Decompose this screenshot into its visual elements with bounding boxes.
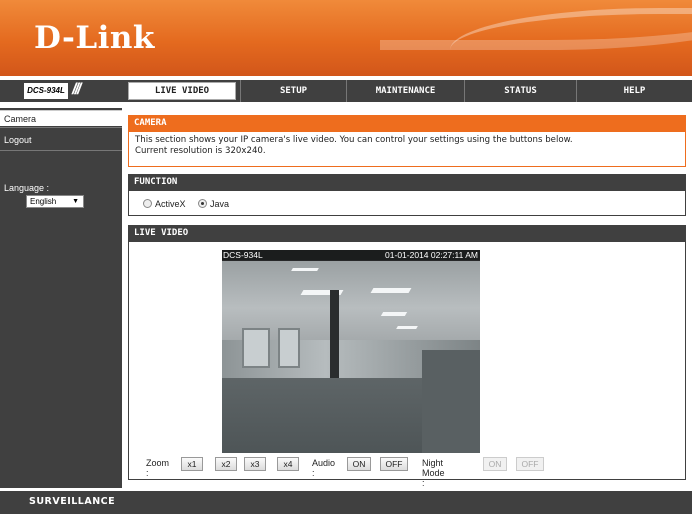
camera-section-body: This section shows your IP camera's live… xyxy=(128,132,686,167)
sidebar-item-logout[interactable]: Logout xyxy=(0,132,122,148)
camera-resolution-text: Current resolution is 320x240. xyxy=(135,146,266,156)
tab-help[interactable]: HELP xyxy=(576,80,692,102)
function-section-title: FUNCTION xyxy=(128,174,686,191)
top-nav: DCS-934L /// LIVE VIDEO SETUP MAINTENANC… xyxy=(0,80,692,102)
video-window xyxy=(242,328,270,368)
audio-on-button[interactable]: ON xyxy=(347,457,371,471)
sidebar: Camera Logout Language : English ▼ xyxy=(0,108,122,488)
video-osd-bar: DCS-934L 01-01-2014 02:27:11 AM xyxy=(222,250,480,261)
video-osd-timestamp: 01-01-2014 02:27:11 AM xyxy=(385,250,478,260)
tab-setup[interactable]: SETUP xyxy=(240,80,346,102)
chevron-down-icon: ▼ xyxy=(72,198,79,205)
model-badge: DCS-934L xyxy=(24,83,68,99)
model-slashes: /// xyxy=(72,81,81,98)
footer: SURVEILLANCE xyxy=(0,491,692,514)
dlink-logo: D-Link xyxy=(34,20,155,56)
zoom-label: Zoom : xyxy=(146,458,170,478)
header-banner: D-Link xyxy=(0,0,692,76)
audio-off-button[interactable]: OFF xyxy=(380,457,408,471)
video-window xyxy=(278,328,300,368)
function-radio-group: ActiveX Java xyxy=(143,199,239,209)
camera-description-line1: This section shows your IP camera's live… xyxy=(135,135,573,145)
zoom-x1-button[interactable]: x1 xyxy=(181,457,203,471)
night-mode-off-button[interactable]: OFF xyxy=(516,457,544,471)
java-radio[interactable] xyxy=(198,199,208,208)
video-partition xyxy=(422,350,480,453)
night-mode-on-button[interactable]: ON xyxy=(483,457,507,471)
video-pillar xyxy=(330,290,339,382)
tab-status[interactable]: STATUS xyxy=(464,80,576,102)
zoom-x2-button[interactable]: x2 xyxy=(215,457,237,471)
function-section-body: ActiveX Java xyxy=(128,191,686,216)
tab-maintenance[interactable]: MAINTENANCE xyxy=(346,80,464,102)
language-select-value: English xyxy=(30,197,57,206)
language-select[interactable]: English ▼ xyxy=(26,195,84,208)
sidebar-item-camera[interactable]: Camera xyxy=(0,110,122,126)
camera-section-title: CAMERA xyxy=(128,115,686,132)
sidebar-divider xyxy=(0,127,122,128)
live-video-section-title: LIVE VIDEO xyxy=(128,225,686,242)
language-label: Language : xyxy=(4,183,50,193)
footer-surveillance-text: SURVEILLANCE xyxy=(29,496,116,507)
audio-label: Audio : xyxy=(312,458,336,478)
sidebar-divider xyxy=(0,150,122,151)
zoom-x3-button[interactable]: x3 xyxy=(244,457,266,471)
java-label: Java xyxy=(210,199,230,209)
night-mode-label: Night Mode : xyxy=(422,458,445,488)
activex-radio[interactable] xyxy=(143,199,152,208)
tab-live-video[interactable]: LIVE VIDEO xyxy=(128,82,236,100)
activex-label: ActiveX xyxy=(155,199,186,209)
camera-description: This section shows your IP camera's live… xyxy=(135,135,573,157)
video-ceiling-light xyxy=(291,268,319,271)
live-video-feed[interactable]: DCS-934L 01-01-2014 02:27:11 AM xyxy=(222,250,480,453)
video-ceiling-light xyxy=(370,288,412,293)
zoom-x4-button[interactable]: x4 xyxy=(277,457,299,471)
video-osd-name: DCS-934L xyxy=(223,250,263,260)
video-ceiling-light xyxy=(380,312,408,316)
video-ceiling-light xyxy=(396,326,418,329)
